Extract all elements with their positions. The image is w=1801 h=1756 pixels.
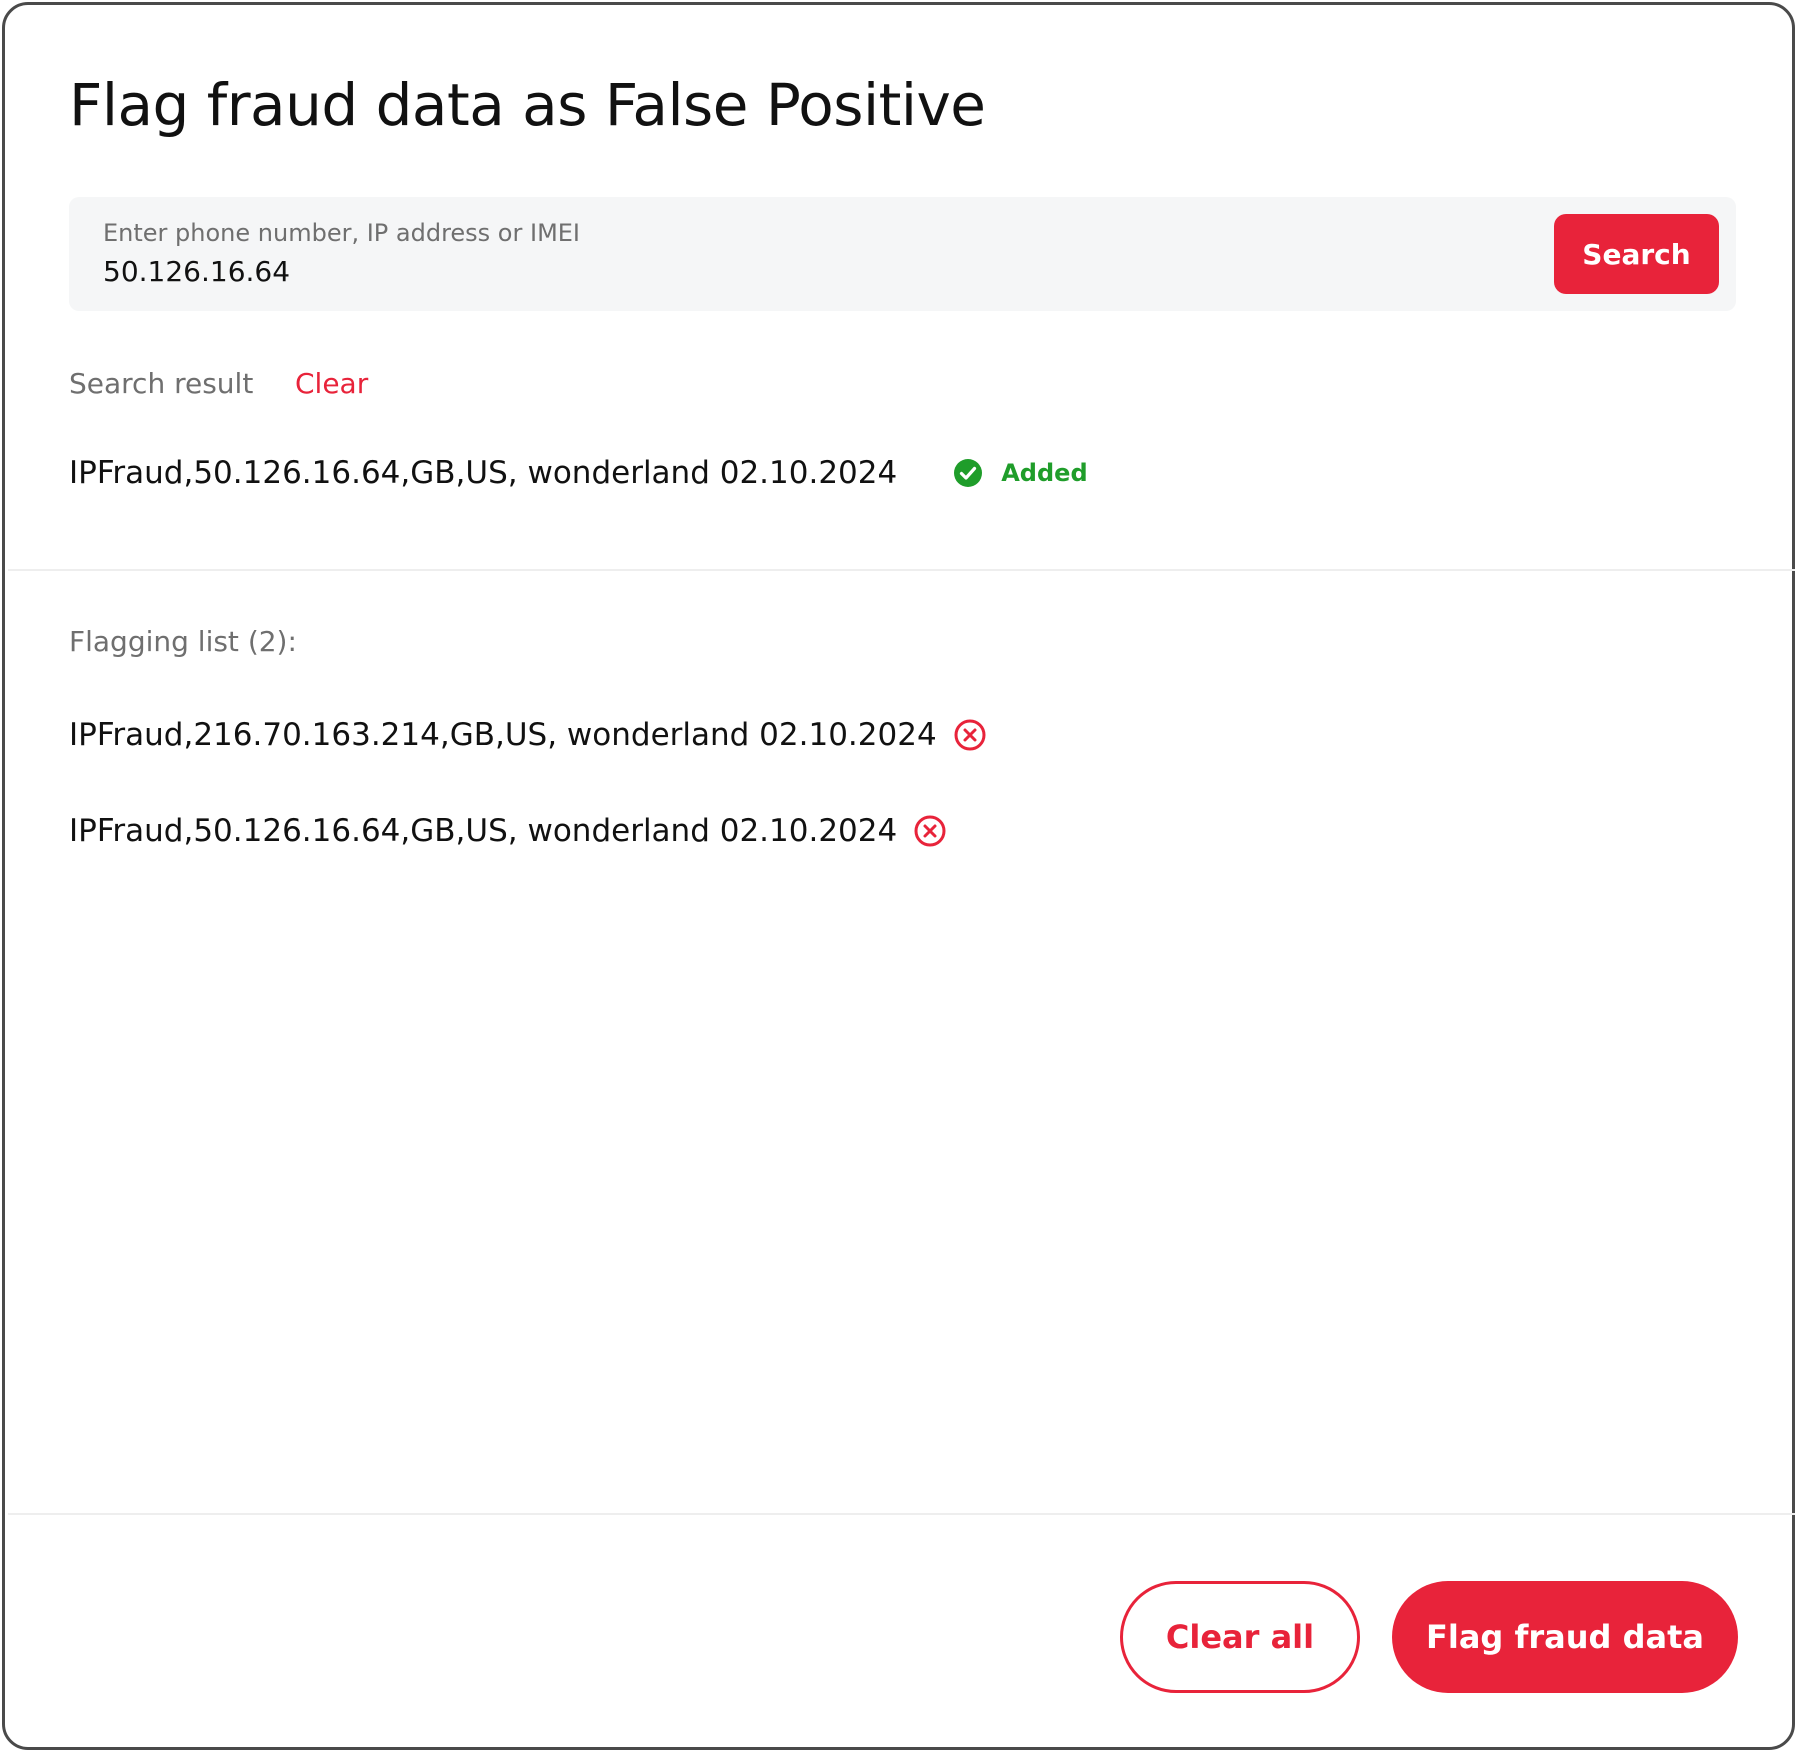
flagging-list-label: Flagging list (2): — [69, 625, 297, 658]
search-button[interactable]: Search — [1554, 214, 1719, 294]
search-input-label: Enter phone number, IP address or IMEI — [103, 219, 581, 247]
search-input[interactable] — [103, 251, 1503, 291]
search-field-container[interactable]: Enter phone number, IP address or IMEI S… — [69, 197, 1736, 311]
clear-all-button[interactable]: Clear all — [1120, 1581, 1360, 1693]
section-divider — [8, 569, 1795, 571]
flagging-item-text: IPFraud,50.126.16.64,GB,US, wonderland 0… — [69, 813, 898, 849]
flagging-list-item: IPFraud,50.126.16.64,GB,US, wonderland 0… — [69, 809, 947, 853]
clear-search-link[interactable]: Clear — [295, 367, 368, 400]
search-result-text: IPFraud,50.126.16.64,GB,US, wonderland 0… — [69, 455, 898, 491]
check-circle-icon — [953, 458, 983, 488]
close-circle-icon[interactable] — [913, 814, 947, 848]
added-status-text: Added — [1001, 459, 1088, 487]
flag-fraud-dialog: Flag fraud data as False Positive Enter … — [2, 2, 1795, 1750]
search-result-label: Search result — [69, 367, 254, 400]
flagging-item-text: IPFraud,216.70.163.214,GB,US, wonderland… — [69, 717, 937, 753]
footer-divider — [8, 1513, 1795, 1515]
flagging-list-item: IPFraud,216.70.163.214,GB,US, wonderland… — [69, 713, 987, 757]
search-result-item: IPFraud,50.126.16.64,GB,US, wonderland 0… — [69, 451, 1088, 495]
dialog-title: Flag fraud data as False Positive — [69, 71, 986, 139]
close-circle-icon[interactable] — [953, 718, 987, 752]
status-badge: Added — [953, 458, 1088, 488]
flag-fraud-data-button[interactable]: Flag fraud data — [1392, 1581, 1738, 1693]
